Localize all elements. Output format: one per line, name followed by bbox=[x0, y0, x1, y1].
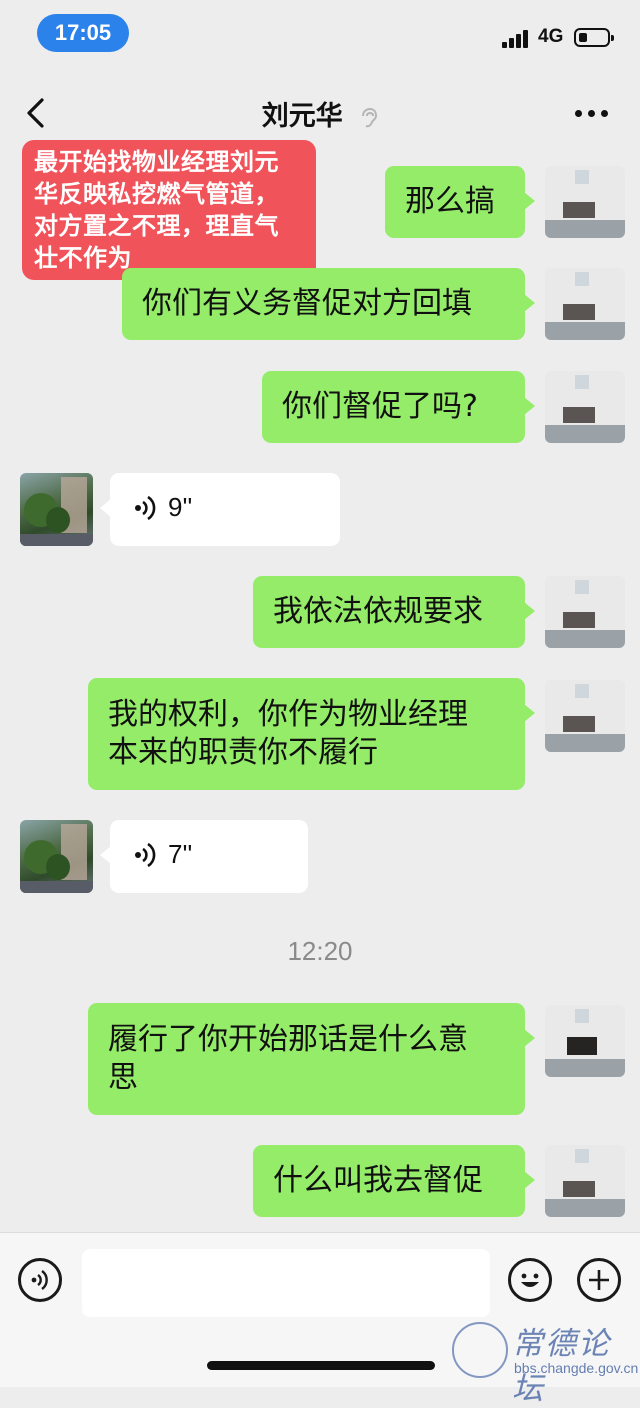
message-text: 我的权利，你作为物业经理 bbox=[108, 697, 468, 732]
self-avatar[interactable] bbox=[545, 371, 625, 443]
self-avatar[interactable] bbox=[545, 166, 625, 238]
message-text: 思 bbox=[108, 1060, 138, 1095]
message-text: 那么搞 bbox=[405, 184, 495, 219]
voice-input-icon[interactable] bbox=[18, 1258, 62, 1302]
message-text: 我依法依规要求 bbox=[273, 594, 483, 629]
annotation-line: 对方置之不理，理直气 bbox=[34, 212, 279, 240]
home-indicator[interactable] bbox=[207, 1361, 435, 1370]
more-options-icon[interactable] bbox=[575, 110, 609, 118]
voice-wave-icon bbox=[135, 842, 156, 868]
self-avatar[interactable] bbox=[545, 1145, 625, 1217]
network-type: 4G bbox=[538, 26, 564, 47]
message-text: 你们有义务督促对方回填 bbox=[142, 286, 472, 321]
message-bubble-self[interactable]: 履行了你开始那话是什么意 思 bbox=[88, 1003, 535, 1115]
self-avatar[interactable] bbox=[545, 1005, 625, 1077]
annotation-line: 最开始找物业经理刘元 bbox=[34, 148, 279, 176]
message-bubble-self[interactable]: 什么叫我去督促 bbox=[253, 1145, 535, 1217]
watermark-url: bbs.changde.gov.cn bbox=[514, 1360, 639, 1376]
contact-name: 刘元华 bbox=[261, 101, 343, 132]
voice-message-bubble[interactable]: 9'' bbox=[100, 473, 340, 546]
self-avatar[interactable] bbox=[545, 576, 625, 648]
message-text: 履行了你开始那话是什么意 bbox=[108, 1022, 468, 1057]
red-annotation-note: 最开始找物业经理刘元 华反映私挖燃气管道， 对方置之不理，理直气 壮不作为 bbox=[22, 140, 316, 280]
message-text: 本来的职责你不履行 bbox=[108, 735, 378, 770]
mute-ear-icon bbox=[362, 107, 378, 127]
message-bubble-self[interactable]: 我的权利，你作为物业经理 本来的职责你不履行 bbox=[88, 678, 535, 790]
message-input[interactable] bbox=[82, 1249, 490, 1317]
emoji-icon[interactable] bbox=[508, 1258, 552, 1302]
chat-timestamp: 12:20 bbox=[287, 936, 353, 966]
chat-title: 刘元华 bbox=[0, 94, 640, 133]
voice-duration: 7'' bbox=[168, 839, 193, 869]
self-avatar[interactable] bbox=[545, 680, 625, 752]
signal-icon bbox=[502, 28, 532, 48]
voice-duration: 9'' bbox=[168, 492, 193, 522]
message-bubble-self[interactable]: 你们有义务督促对方回填 bbox=[122, 268, 535, 340]
message-text: 你们督促了吗? bbox=[282, 389, 478, 424]
message-bubble-self[interactable]: 你们督促了吗? bbox=[262, 371, 535, 443]
contact-avatar[interactable] bbox=[20, 473, 93, 546]
message-text: 什么叫我去督促 bbox=[273, 1163, 483, 1198]
message-bubble-self[interactable]: 我依法依规要求 bbox=[253, 576, 535, 648]
plus-icon[interactable] bbox=[577, 1258, 621, 1302]
voice-message-bubble[interactable]: 7'' bbox=[100, 820, 308, 893]
status-bar: 17:05 4G bbox=[0, 0, 640, 70]
contact-avatar[interactable] bbox=[20, 820, 93, 893]
self-avatar[interactable] bbox=[545, 268, 625, 340]
voice-wave-icon bbox=[135, 495, 156, 521]
status-time: 17:05 bbox=[37, 14, 129, 52]
watermark-seal-icon bbox=[452, 1322, 508, 1378]
annotation-line: 华反映私挖燃气管道， bbox=[34, 180, 279, 208]
message-bubble-self[interactable]: 那么搞 bbox=[385, 166, 535, 238]
forum-watermark: 常德论坛 bbs.changde.gov.cn bbox=[452, 1318, 639, 1407]
chat-header: 刘元华 bbox=[0, 80, 640, 146]
battery-icon bbox=[574, 28, 614, 47]
